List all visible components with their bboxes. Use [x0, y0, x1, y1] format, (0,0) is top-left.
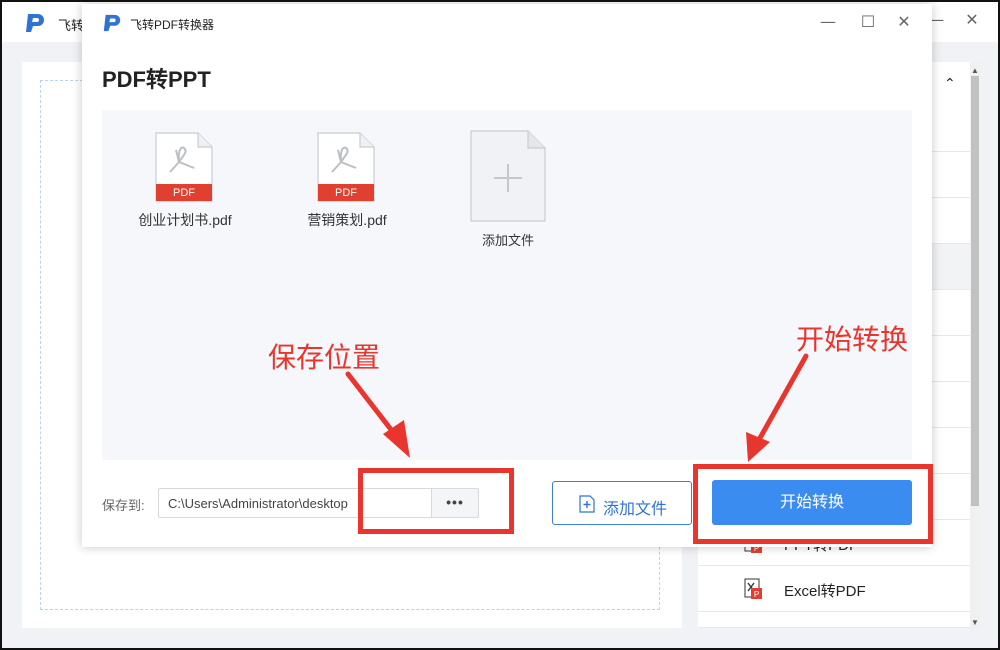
screenshot-frame — [0, 0, 1000, 650]
